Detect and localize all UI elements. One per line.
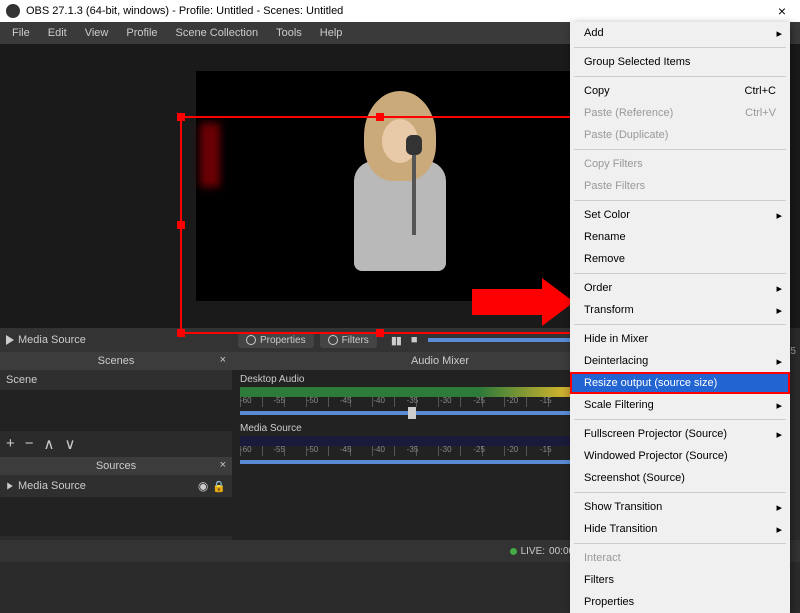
submenu-arrow-icon: ▸ xyxy=(776,304,782,317)
scenes-buttons: + − ∧ ∨ xyxy=(0,431,232,457)
move-up-button[interactable]: ∧ xyxy=(44,435,55,453)
ctx-order[interactable]: Order▸ xyxy=(570,277,790,299)
scenes-panel-header: Scenes× xyxy=(0,352,232,370)
move-down-button[interactable]: ∨ xyxy=(65,435,76,453)
media-source-label: Media Source xyxy=(18,334,86,346)
close-icon[interactable]: × xyxy=(220,459,226,471)
preview-canvas xyxy=(196,71,604,301)
ctx-fullscreen-projector-source-[interactable]: Fullscreen Projector (Source)▸ xyxy=(570,423,790,445)
ctx-interact: Interact xyxy=(570,547,790,569)
submenu-arrow-icon: ▸ xyxy=(776,355,782,368)
ctx-transform[interactable]: Transform▸ xyxy=(570,299,790,321)
pause-icon[interactable]: ▮▮ xyxy=(391,334,401,347)
remove-scene-button[interactable]: − xyxy=(25,435,34,453)
menu-scene-collection[interactable]: Scene Collection xyxy=(168,25,267,41)
ctx-copy[interactable]: CopyCtrl+C xyxy=(570,80,790,102)
ctx-copy-filters: Copy Filters xyxy=(570,153,790,175)
media-controls-toolbar: Media Source xyxy=(0,328,232,352)
submenu-arrow-icon: ▸ xyxy=(776,428,782,441)
lock-icon[interactable]: 🔒 xyxy=(212,480,226,493)
submenu-arrow-icon: ▸ xyxy=(776,501,782,514)
window-title: OBS 27.1.3 (64-bit, windows) - Profile: … xyxy=(26,5,343,17)
menu-edit[interactable]: Edit xyxy=(40,25,75,41)
ctx-show-transition[interactable]: Show Transition▸ xyxy=(570,496,790,518)
submenu-arrow-icon: ▸ xyxy=(776,399,782,412)
sources-panel-header: Sources× xyxy=(0,457,232,475)
ctx-add[interactable]: Add▸ xyxy=(570,22,790,44)
app-icon xyxy=(6,4,20,18)
expand-icon xyxy=(7,483,13,490)
submenu-arrow-icon: ▸ xyxy=(776,523,782,536)
menu-tools[interactable]: Tools xyxy=(268,25,310,41)
menu-profile[interactable]: Profile xyxy=(118,25,165,41)
menu-file[interactable]: File xyxy=(4,25,38,41)
submenu-arrow-icon: ▸ xyxy=(776,209,782,222)
ctx-hide-transition[interactable]: Hide Transition▸ xyxy=(570,518,790,540)
ctx-properties[interactable]: Properties xyxy=(570,591,790,613)
properties-button[interactable]: Properties xyxy=(238,333,314,348)
close-icon[interactable]: × xyxy=(770,3,794,19)
ctx-windowed-projector-source-[interactable]: Windowed Projector (Source) xyxy=(570,445,790,467)
submenu-arrow-icon: ▸ xyxy=(776,27,782,40)
visibility-icon[interactable]: ◉ xyxy=(198,479,208,493)
gear-icon xyxy=(328,335,338,345)
submenu-arrow-icon: ▸ xyxy=(776,282,782,295)
ctx-paste-duplicate-: Paste (Duplicate) xyxy=(570,124,790,146)
ctx-scale-filtering[interactable]: Scale Filtering▸ xyxy=(570,394,790,416)
ctx-set-color[interactable]: Set Color▸ xyxy=(570,204,790,226)
scenes-list[interactable]: Scene xyxy=(0,370,232,431)
sources-list[interactable]: Media Source ◉ 🔒 xyxy=(0,475,232,536)
play-icon xyxy=(6,335,14,345)
ctx-remove[interactable]: Remove xyxy=(570,248,790,270)
ctx-paste-filters: Paste Filters xyxy=(570,175,790,197)
close-icon[interactable]: × xyxy=(220,354,226,366)
play-media-button[interactable]: Media Source xyxy=(6,334,86,346)
ctx-deinterlacing[interactable]: Deinterlacing▸ xyxy=(570,350,790,372)
window-titlebar: OBS 27.1.3 (64-bit, windows) - Profile: … xyxy=(0,0,800,22)
scene-item[interactable]: Scene xyxy=(0,370,232,390)
ctx-group-selected-items[interactable]: Group Selected Items xyxy=(570,51,790,73)
menu-view[interactable]: View xyxy=(77,25,117,41)
ctx-rename[interactable]: Rename xyxy=(570,226,790,248)
annotation-arrow-icon xyxy=(472,278,574,326)
gear-icon xyxy=(246,335,256,345)
stop-icon[interactable]: ■ xyxy=(411,334,418,346)
ctx-paste-reference-: Paste (Reference)Ctrl+V xyxy=(570,102,790,124)
ctx-filters[interactable]: Filters xyxy=(570,569,790,591)
ctx-hide-in-mixer[interactable]: Hide in Mixer xyxy=(570,328,790,350)
ctx-resize-output-source-size-[interactable]: Resize output (source size) xyxy=(570,372,790,394)
context-menu: Add▸Group Selected ItemsCopyCtrl+CPaste … xyxy=(570,22,790,613)
menu-help[interactable]: Help xyxy=(312,25,351,41)
ctx-screenshot-source-[interactable]: Screenshot (Source) xyxy=(570,467,790,489)
filters-button[interactable]: Filters xyxy=(320,333,377,348)
source-item[interactable]: Media Source ◉ 🔒 xyxy=(0,475,232,497)
add-scene-button[interactable]: + xyxy=(6,435,15,453)
